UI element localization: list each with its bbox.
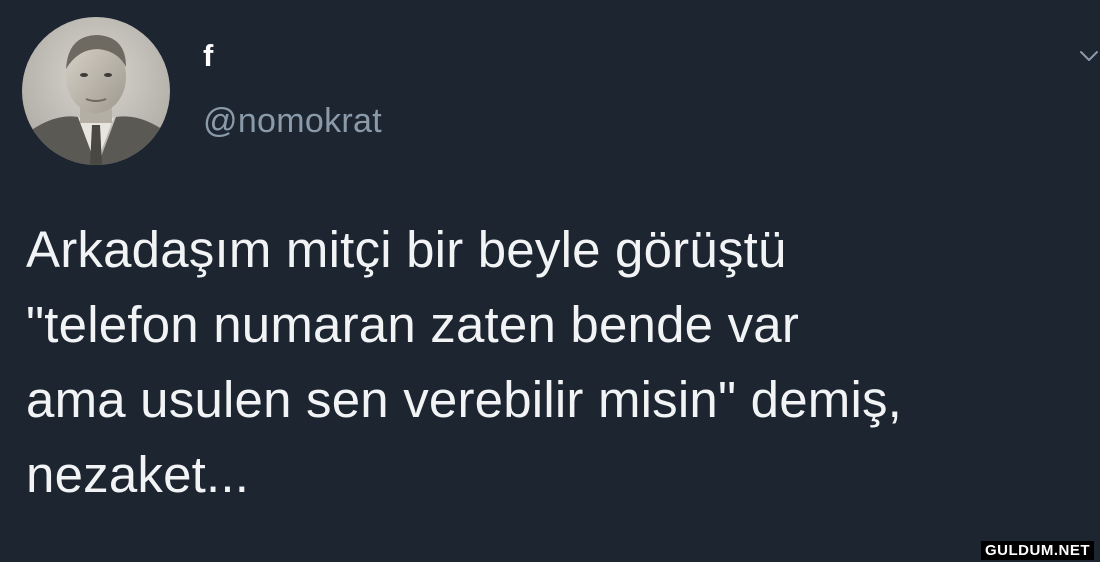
watermark: GULDUM.NET (981, 541, 1094, 560)
avatar[interactable] (22, 17, 170, 165)
chevron-down-icon[interactable] (1078, 48, 1100, 64)
tweet-card: f @nomokrat Arkadaşım mitçi bir beyle gö… (0, 0, 1100, 562)
display-name[interactable]: f (203, 40, 213, 71)
avatar-photo (22, 17, 170, 165)
user-handle[interactable]: @nomokrat (203, 104, 382, 138)
tweet-text: Arkadaşım mitçi bir beyle görüştü "telef… (26, 221, 903, 503)
